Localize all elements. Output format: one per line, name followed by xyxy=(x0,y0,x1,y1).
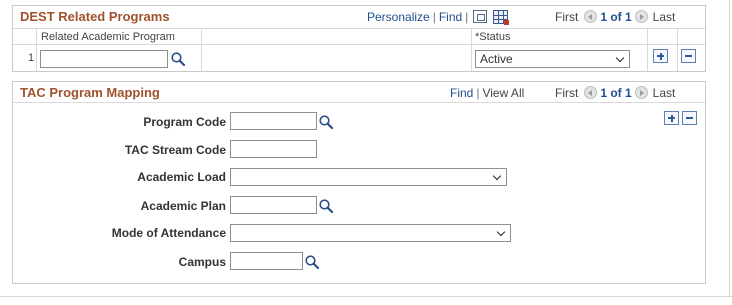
add-row-icon-stem xyxy=(670,114,673,122)
next-icon[interactable] xyxy=(634,10,648,23)
column-header-status-label: Status xyxy=(479,31,511,43)
previous-icon[interactable] xyxy=(584,10,598,23)
tac-program-mapping-grid: TAC Program Mapping Find | View All First 1… xyxy=(12,81,706,284)
add-row-button[interactable] xyxy=(664,111,679,125)
grid-title: TAC Program Mapping xyxy=(20,85,160,100)
lookup-icon[interactable] xyxy=(170,51,186,67)
pager-last: Last xyxy=(652,10,676,24)
academic-load-select[interactable] xyxy=(230,168,507,186)
zoom-icon[interactable] xyxy=(473,10,488,23)
personalize-link[interactable]: Personalize xyxy=(367,10,430,24)
program-code-input[interactable] xyxy=(230,112,317,130)
column-header-status: *Status xyxy=(475,31,510,43)
pager-first: First xyxy=(555,10,579,24)
find-link[interactable]: Find xyxy=(450,86,473,100)
program-code-label: Program Code xyxy=(143,115,226,129)
row-number: 1 xyxy=(28,52,35,64)
grid-title: DEST Related Programs xyxy=(20,9,170,24)
delete-row-button[interactable] xyxy=(682,111,697,125)
lookup-icon[interactable] xyxy=(318,198,334,214)
lookup-icon[interactable] xyxy=(304,254,320,270)
header-divider xyxy=(13,102,705,103)
column-header-related-program: Related Academic Program xyxy=(41,31,175,43)
academic-load-label: Academic Load xyxy=(137,170,226,184)
view-all-link[interactable]: View All xyxy=(482,86,524,100)
separator: | xyxy=(465,10,469,24)
chevron-down-icon xyxy=(496,227,506,237)
previous-icon[interactable] xyxy=(584,86,598,99)
page-bottom-rule xyxy=(0,296,732,297)
grid-header: DEST Related Programs Personalize | Find | … xyxy=(13,6,705,28)
pager-count: 1 of 1 xyxy=(600,86,632,100)
grid-download-icon[interactable] xyxy=(493,10,510,25)
grid-nav-links: Find | View All xyxy=(450,86,524,100)
grid-pager: First 1 of 1 Last xyxy=(555,86,675,100)
separator: | xyxy=(432,10,436,24)
delete-row-icon xyxy=(686,117,693,119)
delete-row-icon xyxy=(685,55,692,57)
pager-count: 1 of 1 xyxy=(600,10,632,24)
chevron-down-icon xyxy=(615,53,625,63)
page-right-rule xyxy=(729,0,730,297)
academic-plan-label: Academic Plan xyxy=(140,199,226,213)
grid-nav-links: Personalize | Find | xyxy=(367,10,510,25)
tac-stream-code-label: TAC Stream Code xyxy=(124,143,226,157)
add-row-button[interactable] xyxy=(653,49,668,63)
pager-last: Last xyxy=(652,86,676,100)
lookup-icon[interactable] xyxy=(318,114,334,130)
tac-stream-code-input[interactable] xyxy=(230,140,317,158)
grid-pager: First 1 of 1 Last xyxy=(555,10,675,24)
column-header-row: Related Academic Program *Status xyxy=(13,28,705,45)
table-row: 1 Active xyxy=(13,46,705,71)
delete-row-button[interactable] xyxy=(681,49,696,63)
campus-input[interactable] xyxy=(230,252,303,270)
academic-plan-input[interactable] xyxy=(230,196,317,214)
mode-of-attendance-select[interactable] xyxy=(230,224,511,242)
mode-of-attendance-label: Mode of Attendance xyxy=(111,226,226,240)
dest-related-programs-grid: DEST Related Programs Personalize | Find | … xyxy=(12,5,706,72)
status-selected-value: Active xyxy=(480,52,513,66)
campus-label: Campus xyxy=(178,255,226,269)
status-select[interactable]: Active xyxy=(475,50,630,68)
add-row-icon-stem xyxy=(659,52,662,60)
related-program-input[interactable] xyxy=(40,50,168,68)
find-link[interactable]: Find xyxy=(439,10,462,24)
pager-first: First xyxy=(555,86,579,100)
next-icon[interactable] xyxy=(634,86,648,99)
chevron-down-icon xyxy=(492,171,502,181)
